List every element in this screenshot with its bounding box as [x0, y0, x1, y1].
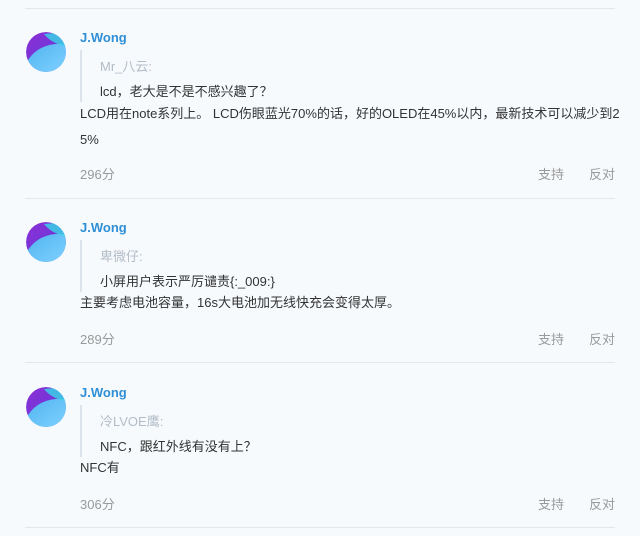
- support-button[interactable]: 支持: [538, 494, 564, 513]
- username[interactable]: J.Wong: [80, 30, 127, 45]
- comment-body: 主要考虑电池容量，16s大电池加无线快充会变得太厚。: [80, 295, 400, 310]
- quote-author: 卑微仔:: [100, 249, 143, 264]
- quote-block: 冷LVOE鹰: NFC，跟红外线有没有上？: [80, 405, 612, 457]
- divider: [25, 527, 615, 528]
- avatar[interactable]: [26, 32, 66, 72]
- quote-block: Mr_八云: lcd，老大是不是不感兴趣了？: [80, 50, 612, 102]
- avatar[interactable]: [26, 222, 66, 262]
- quote-text: 小屏用户表示严厉谴责{:_009:}: [100, 274, 275, 289]
- oppose-button[interactable]: 反对: [589, 329, 615, 348]
- comment-body: LCD用在note系列上。 LCD伤眼蓝光70%的话，好的OLED在45%以内，…: [80, 106, 620, 147]
- avatar-icon: [26, 32, 66, 72]
- divider: [25, 8, 615, 9]
- oppose-button[interactable]: 反对: [589, 164, 615, 183]
- username[interactable]: J.Wong: [80, 220, 127, 235]
- avatar-icon: [26, 387, 66, 427]
- score: 296分: [80, 167, 115, 182]
- quote-author: Mr_八云:: [100, 59, 153, 74]
- quote-author: 冷LVOE鹰:: [100, 414, 164, 429]
- comment-body: NFC有: [80, 460, 120, 475]
- divider: [25, 198, 615, 199]
- divider: [25, 362, 615, 363]
- username[interactable]: J.Wong: [80, 385, 127, 400]
- score: 289分: [80, 332, 115, 347]
- oppose-button[interactable]: 反对: [589, 494, 615, 513]
- score: 306分: [80, 497, 115, 512]
- avatar[interactable]: [26, 387, 66, 427]
- support-button[interactable]: 支持: [538, 164, 564, 183]
- quote-text: lcd，老大是不是不感兴趣了？: [100, 84, 273, 99]
- quote-text: NFC，跟红外线有没有上？: [100, 439, 257, 454]
- avatar-icon: [26, 222, 66, 262]
- quote-block: 卑微仔: 小屏用户表示严厉谴责{:_009:}: [80, 240, 612, 292]
- support-button[interactable]: 支持: [538, 329, 564, 348]
